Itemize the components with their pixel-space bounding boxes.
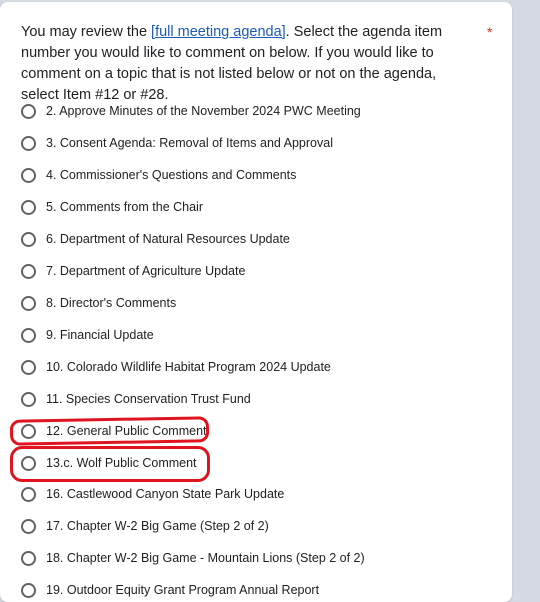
- option-label: 18. Chapter W-2 Big Game - Mountain Lion…: [46, 551, 365, 565]
- radio-button[interactable]: [21, 327, 36, 343]
- option-label: 11. Species Conservation Trust Fund: [46, 392, 251, 406]
- option-label: 10. Colorado Wildlife Habitat Program 20…: [46, 360, 331, 374]
- option-item-4[interactable]: 4. Commissioner's Questions and Comments: [21, 164, 296, 186]
- question-text: You may review the [full meeting agenda]…: [21, 22, 476, 106]
- radio-button[interactable]: [21, 582, 36, 598]
- option-label: 5. Comments from the Chair: [46, 200, 203, 214]
- option-label: 9. Financial Update: [46, 328, 154, 342]
- question-intro: You may review the: [21, 24, 152, 40]
- option-item-6[interactable]: 6. Department of Natural Resources Updat…: [21, 228, 290, 250]
- radio-button[interactable]: [21, 167, 36, 183]
- radio-button[interactable]: [21, 135, 36, 151]
- radio-button[interactable]: [21, 103, 36, 119]
- option-item-3[interactable]: 3. Consent Agenda: Removal of Items and …: [21, 132, 333, 154]
- radio-button[interactable]: [21, 199, 36, 215]
- option-item-7[interactable]: 7. Department of Agriculture Update: [21, 260, 245, 282]
- option-label: 8. Director's Comments: [46, 296, 177, 310]
- form-question-card: You may review the [full meeting agenda]…: [0, 2, 512, 602]
- radio-button[interactable]: [21, 550, 36, 566]
- full-meeting-agenda-link[interactable]: [full meeting agenda]: [151, 24, 286, 40]
- radio-button[interactable]: [21, 295, 36, 311]
- radio-button[interactable]: [21, 486, 36, 502]
- radio-button[interactable]: [21, 455, 36, 471]
- option-label: 16. Castlewood Canyon State Park Update: [46, 487, 285, 501]
- radio-button[interactable]: [21, 391, 36, 407]
- option-item-11[interactable]: 11. Species Conservation Trust Fund: [21, 388, 251, 410]
- radio-button[interactable]: [21, 423, 36, 439]
- option-label: 4. Commissioner's Questions and Comments: [46, 168, 297, 182]
- option-item-12[interactable]: 12. General Public Comment: [21, 420, 207, 442]
- required-asterisk: *: [487, 24, 493, 40]
- option-item-9[interactable]: 9. Financial Update: [21, 324, 154, 346]
- option-item-18[interactable]: 18. Chapter W-2 Big Game - Mountain Lion…: [21, 547, 365, 569]
- radio-button[interactable]: [21, 231, 36, 247]
- option-label: 17. Chapter W-2 Big Game (Step 2 of 2): [46, 519, 269, 533]
- option-label: 19. Outdoor Equity Grant Program Annual …: [46, 583, 320, 597]
- option-label: 7. Department of Agriculture Update: [46, 264, 246, 278]
- option-label: 2. Approve Minutes of the November 2024 …: [46, 104, 361, 118]
- option-label: 6. Department of Natural Resources Updat…: [46, 232, 290, 246]
- radio-button[interactable]: [21, 359, 36, 375]
- option-label: 13.c. Wolf Public Comment: [46, 456, 197, 470]
- option-item-5[interactable]: 5. Comments from the Chair: [21, 196, 203, 218]
- radio-button[interactable]: [21, 518, 36, 534]
- option-item-19[interactable]: 19. Outdoor Equity Grant Program Annual …: [21, 579, 319, 601]
- option-item-8[interactable]: 8. Director's Comments: [21, 292, 176, 314]
- option-item-2[interactable]: 2. Approve Minutes of the November 2024 …: [21, 100, 361, 122]
- option-item-13c[interactable]: 13.c. Wolf Public Comment: [21, 452, 197, 474]
- option-item-17[interactable]: 17. Chapter W-2 Big Game (Step 2 of 2): [21, 515, 269, 537]
- radio-button[interactable]: [21, 263, 36, 279]
- option-label: 3. Consent Agenda: Removal of Items and …: [46, 136, 333, 150]
- option-item-16[interactable]: 16. Castlewood Canyon State Park Update: [21, 483, 284, 505]
- option-item-10[interactable]: 10. Colorado Wildlife Habitat Program 20…: [21, 356, 331, 378]
- option-label: 12. General Public Comment: [46, 424, 207, 438]
